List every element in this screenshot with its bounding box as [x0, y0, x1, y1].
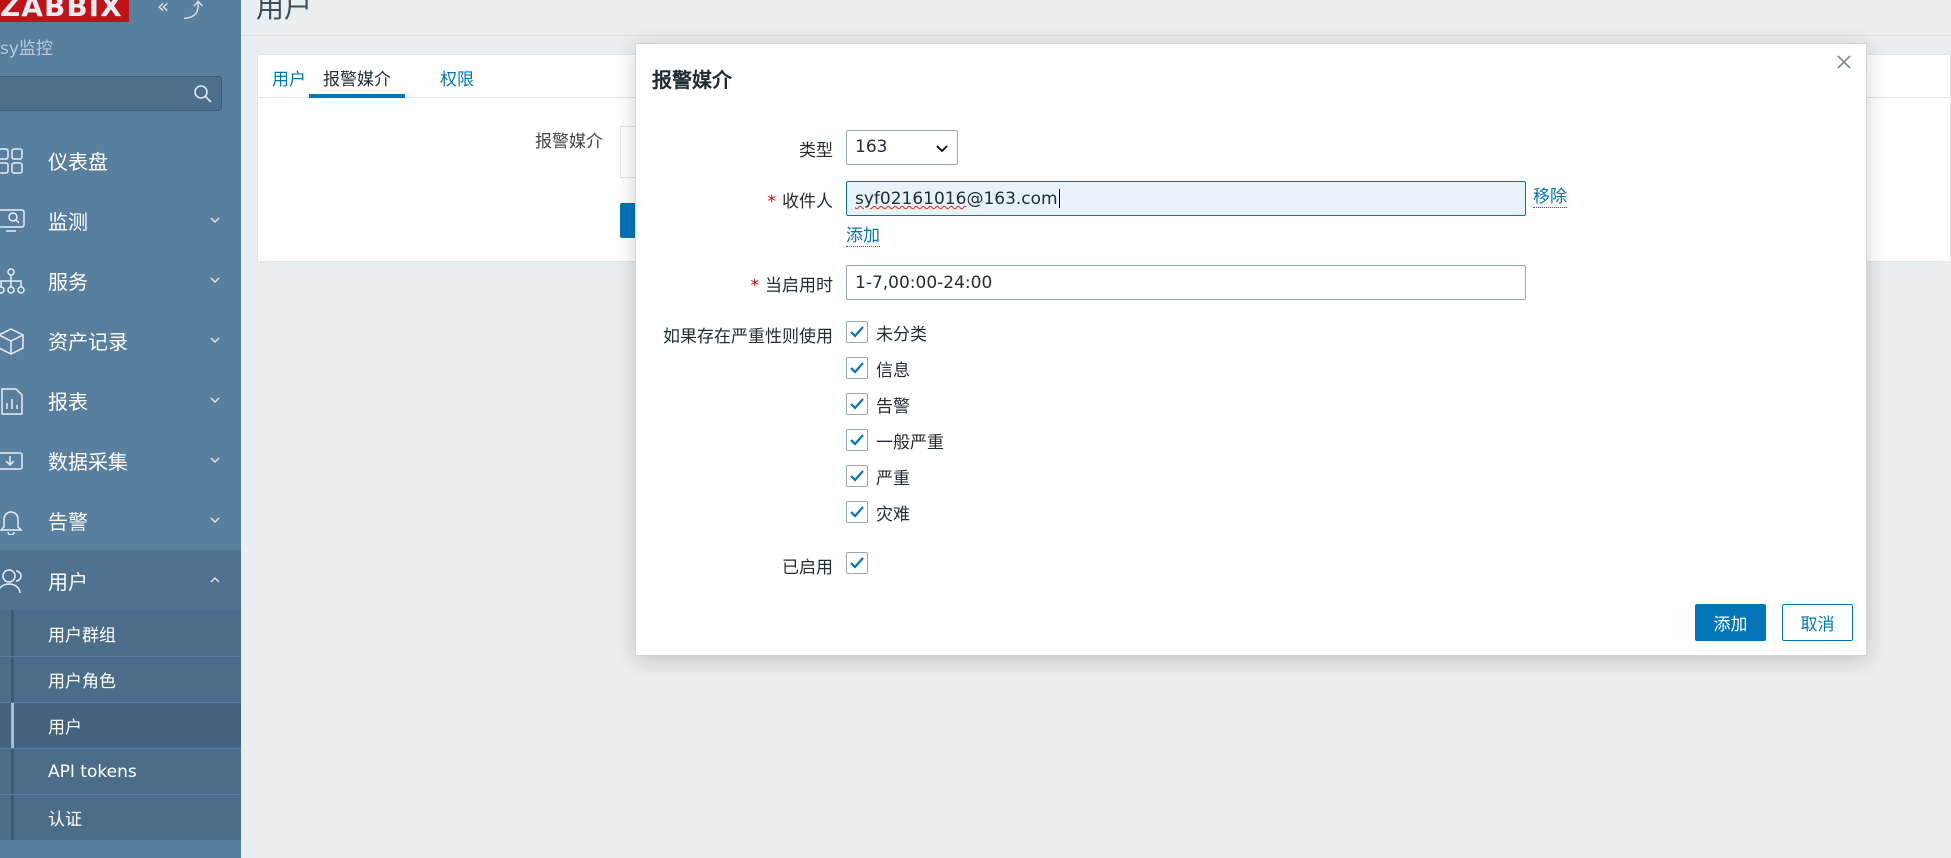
subnav-label: 用户 [48, 718, 82, 738]
close-icon[interactable] [1832, 50, 1856, 74]
tab-permissions[interactable]: 权限 [440, 65, 474, 98]
chevron-down-icon [210, 337, 220, 343]
sendto-label: * 收件人 [767, 192, 834, 212]
chevron-up-icon [210, 577, 220, 583]
header-divider [241, 35, 1951, 36]
checkbox[interactable] [846, 357, 868, 379]
checkbox[interactable] [846, 429, 868, 451]
sidebar-search-input[interactable] [0, 76, 222, 111]
checkbox[interactable] [846, 501, 868, 523]
nav-item-inventory[interactable]: 资产记录 [0, 310, 241, 370]
nav-item-monitoring[interactable]: 监测 [0, 190, 241, 250]
check-icon [850, 326, 864, 338]
checkbox[interactable] [846, 393, 868, 415]
severity-label: 如果存在严重性则使用 [663, 327, 833, 347]
page-title: 用户 [256, 0, 313, 24]
search-icon[interactable] [193, 84, 213, 104]
nav-item-users[interactable]: 用户 [0, 550, 241, 610]
data-collection-icon [0, 452, 23, 470]
users-subnav: 用户群组 用户角色 用户 API tokens 认证 [0, 610, 241, 840]
enabled-checkbox-row[interactable] [846, 551, 868, 575]
severity-average[interactable]: 一般严重 [846, 428, 944, 453]
check-icon [850, 434, 864, 446]
checkbox[interactable] [846, 321, 868, 343]
chevron-down-icon [210, 217, 220, 223]
dialog-title: 报警媒介 [652, 68, 732, 92]
sendto-input[interactable]: syf02161016@163.com [846, 181, 1526, 216]
add-sendto-link[interactable]: 添加 [846, 226, 880, 247]
nav-label: 资产记录 [48, 329, 128, 354]
nav-label: 监测 [48, 209, 88, 234]
subnav-label: API tokens [48, 761, 137, 782]
zabbix-logo[interactable]: ZABBIX [0, 0, 129, 22]
subnav-api-tokens[interactable]: API tokens [0, 748, 241, 794]
users-icon [0, 569, 22, 594]
check-icon [850, 557, 864, 569]
severity-warning[interactable]: 告警 [846, 392, 910, 417]
nav-label: 数据采集 [48, 449, 128, 474]
nav-item-data-collection[interactable]: 数据采集 [0, 430, 241, 490]
nav-label: 告警 [48, 509, 88, 534]
nav-label: 服务 [48, 269, 88, 294]
monitoring-icon [0, 209, 25, 232]
services-icon [0, 268, 25, 294]
nav-label: 报表 [48, 389, 88, 414]
checkbox[interactable] [846, 465, 868, 487]
severity-not-classified[interactable]: 未分类 [846, 320, 927, 345]
reports-icon [1, 388, 23, 415]
check-icon [850, 398, 864, 410]
tab-user[interactable]: 用户 [272, 65, 306, 98]
tab-media[interactable]: 报警媒介 [309, 65, 405, 98]
nav-item-dashboard[interactable]: 仪表盘 [0, 130, 241, 190]
sidebar: ZABBIX « ⤴ sy监控 仪表盘 监测 服务 资产记录 报表 数据采集 告… [0, 0, 241, 858]
subnav-label: 认证 [48, 810, 82, 830]
cancel-button[interactable]: 取消 [1782, 604, 1853, 641]
nav-item-alerts[interactable]: 告警 [0, 490, 241, 550]
subnav-label: 用户群组 [48, 625, 116, 646]
dashboard-icon [0, 148, 23, 174]
add-button[interactable]: 添加 [1695, 604, 1766, 641]
main-nav: 仪表盘 监测 服务 资产记录 报表 数据采集 告警 用户 用户群组 用户角色 用… [0, 130, 241, 840]
subnav-user-roles[interactable]: 用户角色 [0, 656, 241, 702]
when-active-label: * 当启用时 [750, 276, 834, 296]
nav-item-reports[interactable]: 报表 [0, 370, 241, 430]
media-dialog: 报警媒介 类型 163 * 收件人 syf02161016@163.com 移除 … [635, 43, 1867, 656]
check-icon [850, 506, 864, 518]
subnav-authentication[interactable]: 认证 [0, 794, 241, 840]
chevron-down-icon [210, 457, 220, 463]
media-field-label: 报警媒介 [535, 132, 603, 152]
subnav-user-groups[interactable]: 用户群组 [0, 610, 241, 656]
chevron-down-icon [210, 397, 220, 403]
type-label: 类型 [799, 141, 833, 161]
nav-label: 用户 [48, 569, 88, 594]
when-active-input[interactable]: 1-7,00:00-24:00 [846, 265, 1526, 300]
type-select-value: 163 [855, 137, 888, 157]
remove-sendto-link[interactable]: 移除 [1533, 187, 1567, 208]
enabled-checkbox[interactable] [846, 552, 868, 574]
chevron-down-icon [210, 277, 220, 283]
severity-information[interactable]: 信息 [846, 356, 910, 381]
subnav-label: 用户角色 [48, 672, 116, 692]
severity-disaster[interactable]: 灾难 [846, 500, 910, 525]
inventory-icon [0, 328, 24, 355]
bell-icon [0, 511, 23, 535]
check-icon [850, 362, 864, 374]
nav-label: 仪表盘 [48, 149, 108, 174]
server-name: sy监控 [0, 39, 53, 59]
nav-item-services[interactable]: 服务 [0, 250, 241, 310]
enabled-label: 已启用 [782, 558, 833, 578]
chevron-down-icon [936, 145, 948, 153]
collapse-sidebar-icon[interactable]: « [157, 0, 169, 23]
kiosk-mode-icon[interactable]: ⤴ [183, 0, 203, 23]
type-select[interactable]: 163 [846, 130, 958, 165]
check-icon [850, 470, 864, 482]
subnav-users[interactable]: 用户 [0, 702, 241, 748]
severity-high[interactable]: 严重 [846, 464, 910, 489]
chevron-down-icon [210, 517, 220, 523]
